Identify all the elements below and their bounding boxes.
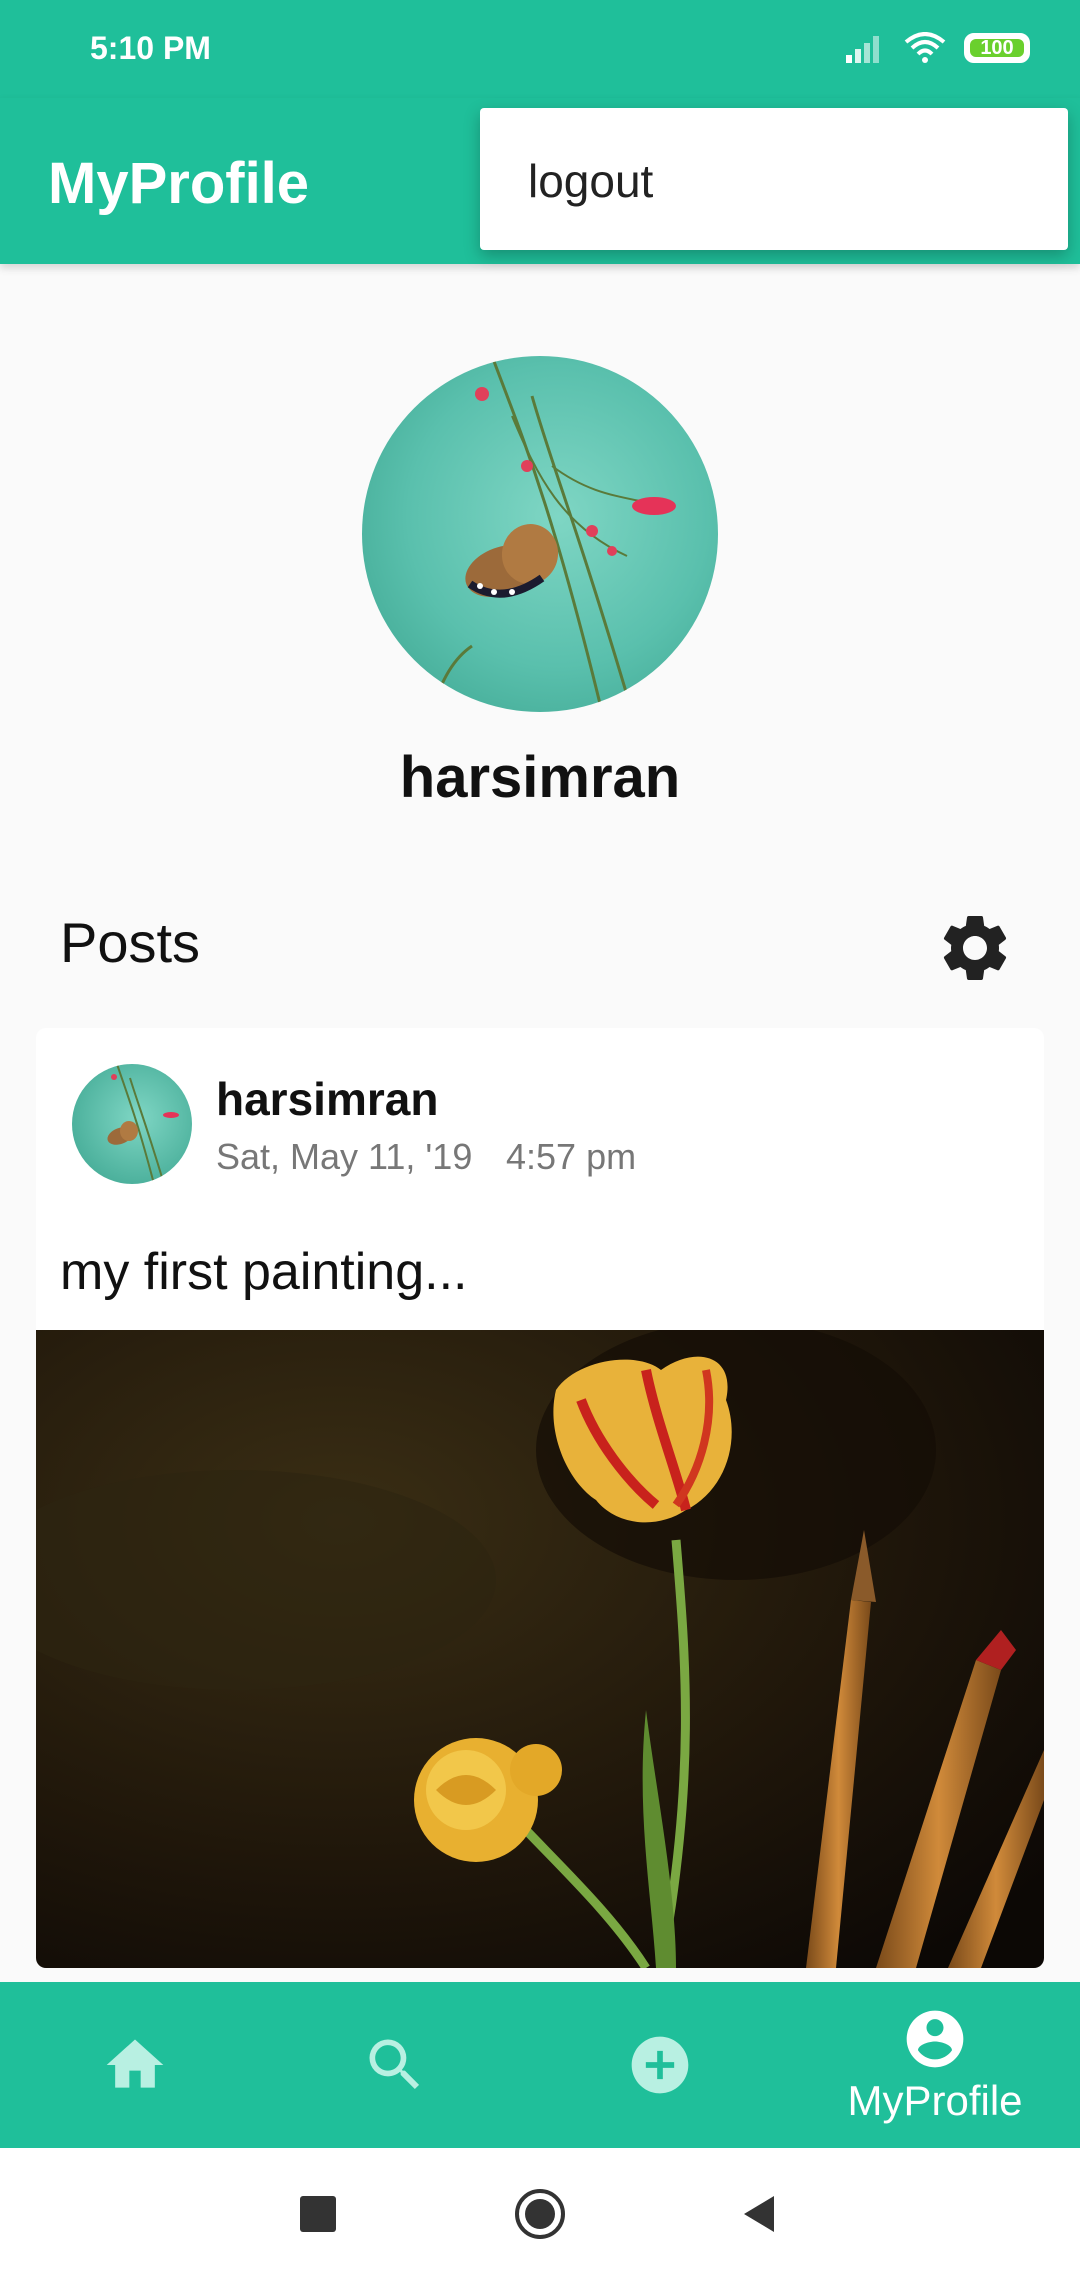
status-bar: 5:10 PM 100 (0, 0, 1080, 98)
back-triangle-icon (744, 2196, 774, 2232)
bottom-nav: MyProfile (0, 1982, 1080, 2148)
recents-button[interactable] (292, 2188, 344, 2240)
profile-username: harsimran (399, 745, 681, 810)
battery-icon: 100 (964, 33, 1030, 63)
nav-myprofile[interactable]: MyProfile (800, 1982, 1070, 2148)
post-author-name[interactable]: harsimran (216, 1072, 438, 1126)
circle-icon (515, 2189, 565, 2239)
nav-myprofile-label: MyProfile (847, 2077, 1023, 2124)
signal-icon (846, 36, 879, 63)
square-icon (300, 2196, 336, 2232)
home-button[interactable] (514, 2188, 566, 2240)
post-caption: my first painting... (60, 1243, 468, 1301)
nav-search[interactable] (260, 1982, 530, 2148)
post-time: 4:57 pm (506, 1136, 637, 1177)
post-card[interactable]: harsimran Sat, May 11, '19 4:57 pm my fi… (36, 1028, 1044, 1968)
battery-level: 100 (980, 36, 1014, 59)
status-icons: 100 (846, 32, 1030, 64)
nav-add[interactable] (525, 1982, 795, 2148)
back-button[interactable] (734, 2188, 786, 2240)
overflow-menu: logout (480, 108, 1068, 250)
status-time: 5:10 PM (90, 30, 211, 66)
nav-home[interactable] (0, 1982, 270, 2148)
add-circle-icon (631, 2036, 689, 2094)
home-icon (106, 2039, 164, 2088)
wifi-icon (904, 32, 946, 63)
gear-icon[interactable] (935, 908, 1015, 988)
posts-section-title: Posts (60, 911, 201, 974)
system-nav-bar (0, 2148, 1080, 2280)
post-date: Sat, May 11, '19 (216, 1136, 473, 1177)
app-bar-title: MyProfile (48, 151, 310, 216)
profile-avatar[interactable] (362, 356, 718, 712)
search-icon (369, 2039, 420, 2090)
post-image[interactable] (36, 1330, 1044, 1968)
menu-item-logout[interactable]: logout (528, 154, 653, 208)
account-circle-icon (906, 2010, 964, 2068)
post-author-avatar[interactable] (72, 1064, 192, 1184)
